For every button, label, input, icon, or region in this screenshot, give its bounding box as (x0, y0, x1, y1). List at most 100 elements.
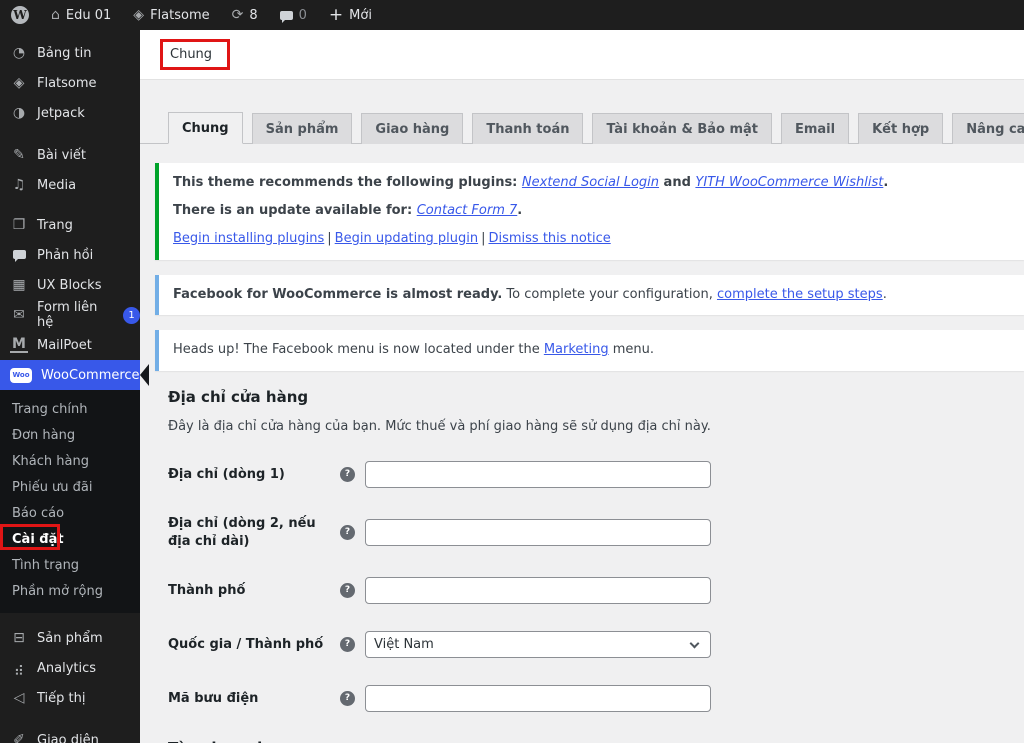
site-name-link[interactable]: ⌂ Edu 01 (40, 0, 122, 30)
section-description: Đây là địa chỉ cửa hàng của bạn. Mức thu… (168, 419, 1024, 434)
tab-shipping[interactable]: Giao hàng (361, 113, 463, 144)
sidebar-item-appearance[interactable]: ✐ Giao diện (0, 725, 140, 743)
form-row-country: Quốc gia / Thành phố ? Việt Nam (168, 631, 1024, 658)
nextend-social-login-link[interactable]: Nextend Social Login (522, 175, 659, 190)
sidebar-item-analytics[interactable]: ⣴ Analytics (0, 653, 140, 683)
tab-products[interactable]: Sản phẩm (252, 113, 353, 144)
woocommerce-submenu: Trang chính Đơn hàng Khách hàng Phiếu ưu… (0, 390, 140, 613)
address-line2-input[interactable] (365, 519, 711, 546)
form-row-address1: Địa chỉ (dòng 1) ? (168, 461, 1024, 488)
sidebar-item-marketing[interactable]: ◁ Tiếp thị (0, 683, 140, 713)
tab-payments[interactable]: Thanh toán (472, 113, 583, 144)
woocommerce-icon: Woo (10, 368, 32, 383)
sidebar-item-flatsome[interactable]: ◈ Flatsome (0, 68, 140, 98)
form-row-postcode: Mã bưu điện ? (168, 685, 1024, 712)
notice-text: and (659, 175, 695, 190)
sidebar-item-label: Sản phẩm (37, 631, 103, 646)
comments-link[interactable]: 0 (269, 0, 318, 30)
country-select[interactable]: Việt Nam (365, 631, 711, 658)
notice-text: Facebook for WooCommerce is almost ready… (173, 287, 502, 302)
submenu-item-reports[interactable]: Báo cáo (0, 501, 140, 527)
sidebar-item-pages[interactable]: ❐ Trang (0, 210, 140, 240)
brush-icon: ✐ (10, 732, 28, 743)
begin-installing-plugins-link[interactable]: Begin installing plugins (173, 231, 324, 246)
submenu-item-settings[interactable]: Cài đặt (0, 527, 140, 553)
notice-text: . (517, 203, 522, 218)
help-icon[interactable]: ? (340, 691, 355, 706)
sidebar-item-label: WooCommerce (41, 368, 140, 383)
updates-link[interactable]: ⟳ 8 (221, 0, 269, 30)
notice-actions: Begin installing plugins|Begin updating … (173, 230, 1010, 249)
comments-count: 0 (299, 8, 307, 23)
submenu-item-customers[interactable]: Khách hàng (0, 449, 140, 475)
sidebar-item-dashboard[interactable]: ◔ Bảng tin (0, 38, 140, 68)
marketing-menu-link[interactable]: Marketing (544, 342, 609, 357)
sidebar-item-label: Bài viết (37, 148, 86, 163)
postcode-input[interactable] (365, 685, 711, 712)
sidebar-item-media[interactable]: ♫ Media (0, 170, 140, 200)
submenu-item-extensions[interactable]: Phần mở rộng (0, 579, 140, 605)
submenu-item-coupons[interactable]: Phiếu ưu đãi (0, 475, 140, 501)
sidebar: ◔ Bảng tin ◈ Flatsome ◑ Jetpack ✎ Bài vi… (0, 30, 140, 743)
flatsome-menu[interactable]: ◈ Flatsome (122, 0, 220, 30)
plus-icon: + (329, 7, 343, 24)
notice-text: This theme recommends the following plug… (173, 175, 522, 190)
sidebar-item-jetpack[interactable]: ◑ Jetpack (0, 98, 140, 128)
jetpack-icon: ◑ (10, 105, 28, 121)
submenu-item-status[interactable]: Tình trạng (0, 553, 140, 579)
sidebar-item-ux-blocks[interactable]: ▦ UX Blocks (0, 270, 140, 300)
woocommerce-header-bar: Chung (140, 30, 1024, 80)
city-input[interactable] (365, 577, 711, 604)
sidebar-item-products[interactable]: ⊟ Sản phẩm (0, 623, 140, 653)
tab-accounts-privacy[interactable]: Tài khoản & Bảo mật (592, 113, 772, 144)
submenu-item-orders[interactable]: Đơn hàng (0, 423, 140, 449)
notice-text: Heads up! The Facebook menu is now locat… (173, 342, 544, 357)
help-icon[interactable]: ? (340, 583, 355, 598)
form-row-city: Thành phố ? (168, 577, 1024, 604)
field-label: Quốc gia / Thành phố (168, 636, 340, 654)
updates-count: 8 (249, 8, 257, 23)
sidebar-item-woocommerce[interactable]: Woo WooCommerce (0, 360, 140, 390)
envelope-icon: ✉ (10, 307, 28, 323)
sidebar-item-comments[interactable]: Phản hồi (0, 240, 140, 270)
tab-general[interactable]: Chung (168, 112, 243, 144)
sidebar-item-label: MailPoet (37, 338, 92, 353)
yith-wishlist-link[interactable]: YITH WooCommerce Wishlist (695, 175, 883, 190)
tab-advanced[interactable]: Nâng cao (952, 113, 1024, 144)
wordpress-menu[interactable]: W (0, 0, 40, 30)
section-heading: Địa chỉ cửa hàng (168, 388, 1024, 406)
dismiss-notice-link[interactable]: Dismiss this notice (488, 231, 610, 246)
sidebar-item-posts[interactable]: ✎ Bài viết (0, 140, 140, 170)
submenu-label: Phần mở rộng (12, 584, 103, 599)
complete-setup-steps-link[interactable]: complete the setup steps (717, 287, 883, 302)
notice-line: Facebook for WooCommerce is almost ready… (173, 286, 1010, 305)
dashboard-icon: ◔ (10, 45, 28, 61)
address-line1-input[interactable] (365, 461, 711, 488)
notice-text: There is an update available for: (173, 203, 417, 218)
sidebar-item-label: Flatsome (37, 76, 97, 91)
wordpress-logo-icon: W (11, 6, 29, 24)
help-icon[interactable]: ? (340, 637, 355, 652)
begin-updating-plugin-link[interactable]: Begin updating plugin (335, 231, 478, 246)
current-menu-arrow-icon (140, 364, 149, 386)
sidebar-item-label: Giao diện (37, 733, 99, 743)
sidebar-item-mailpoet[interactable]: M MailPoet (0, 330, 140, 360)
notice-line: Heads up! The Facebook menu is now locat… (173, 341, 1010, 360)
new-content-menu[interactable]: + Mới (318, 0, 383, 30)
help-icon[interactable]: ? (340, 525, 355, 540)
sidebar-item-contact-form[interactable]: ✉ Form liên hệ 1 (0, 300, 140, 330)
notice-text: To complete your configuration, (502, 287, 717, 302)
submenu-item-home[interactable]: Trang chính (0, 397, 140, 423)
submenu-label: Trang chính (12, 402, 87, 417)
sidebar-item-label: UX Blocks (37, 278, 102, 293)
notice-line: There is an update available for: Contac… (173, 202, 1010, 221)
help-icon[interactable]: ? (340, 467, 355, 482)
form-row-address2: Địa chỉ (dòng 2, nếu địa chỉ dài) ? (168, 515, 1024, 550)
field-label: Địa chỉ (dòng 1) (168, 466, 340, 484)
contact-form-7-link[interactable]: Contact Form 7 (417, 203, 518, 218)
flatsome-label: Flatsome (150, 8, 210, 23)
store-address-section: Địa chỉ cửa hàng Đây là địa chỉ cửa hàng… (140, 388, 1024, 743)
tab-email[interactable]: Email (781, 113, 849, 144)
tab-integration[interactable]: Kết hợp (858, 113, 943, 144)
pages-icon: ❐ (10, 217, 28, 233)
